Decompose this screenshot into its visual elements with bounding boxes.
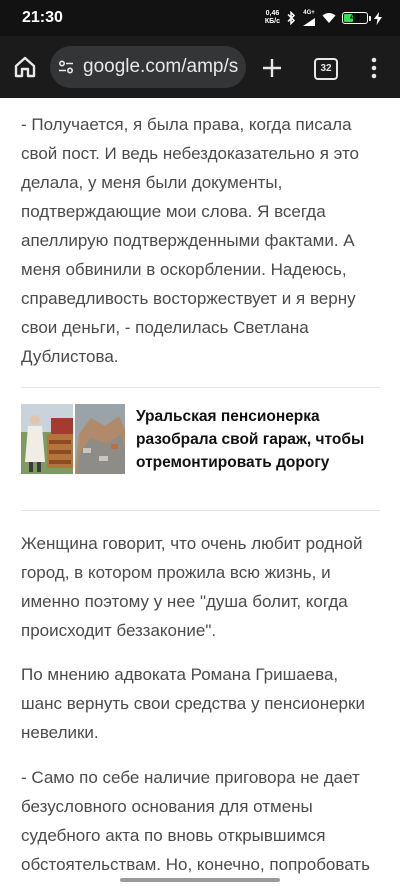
status-icons: 0,46 КБ/с 4G+ 43 [265,8,382,28]
wifi-icon [322,13,336,23]
divider [21,510,380,511]
related-article-thumbnail[interactable] [21,404,125,474]
site-settings-icon[interactable] [58,59,74,75]
battery-tip [369,16,371,21]
url-text[interactable]: google.com/amp/s [83,56,238,78]
status-time: 21:30 [22,9,63,26]
signal-label: 4G+ [303,9,315,16]
article-paragraph: Женщина говорит, что очень любит родной … [21,534,363,640]
bluetooth-icon [287,11,296,25]
status-bar: 21:30 0,46 КБ/с 4G+ 43 [0,0,400,36]
browser-toolbar: google.com/amp/s 32 [0,36,400,98]
network-speed: 0,46 КБ/с [265,10,280,26]
signal-icon [303,17,315,26]
battery-percent: 43 [349,12,360,22]
battery-icon: 43 [342,12,371,24]
charging-icon [374,11,382,25]
article-paragraph: - Получается, я была права, когда писала… [21,115,360,366]
article-paragraph: По мнению адвоката Романа Гришаева, шанс… [21,665,365,742]
tab-switcher-button[interactable]: 32 [314,58,338,80]
home-icon[interactable] [12,54,38,80]
related-article-card[interactable]: Уральская пенсионерка разобрала свой гар… [21,404,380,476]
article-paragraph: - Само по себе наличие приговора не дает… [21,768,370,874]
gesture-navigation-bar[interactable] [120,878,280,882]
thumbnail-image [21,404,125,474]
related-article-title[interactable]: Уральская пенсионерка разобрала свой гар… [136,405,376,474]
cellular-group: 4G+ [302,10,316,27]
divider [21,387,380,388]
plus-icon[interactable] [260,56,284,80]
address-bar[interactable]: google.com/amp/s [50,46,246,88]
article-content[interactable]: - Получается, я была права, когда писала… [0,98,400,889]
network-speed-value: 0,46 [265,10,280,17]
more-vert-icon[interactable] [366,56,382,80]
network-speed-unit: КБ/с [264,18,280,25]
